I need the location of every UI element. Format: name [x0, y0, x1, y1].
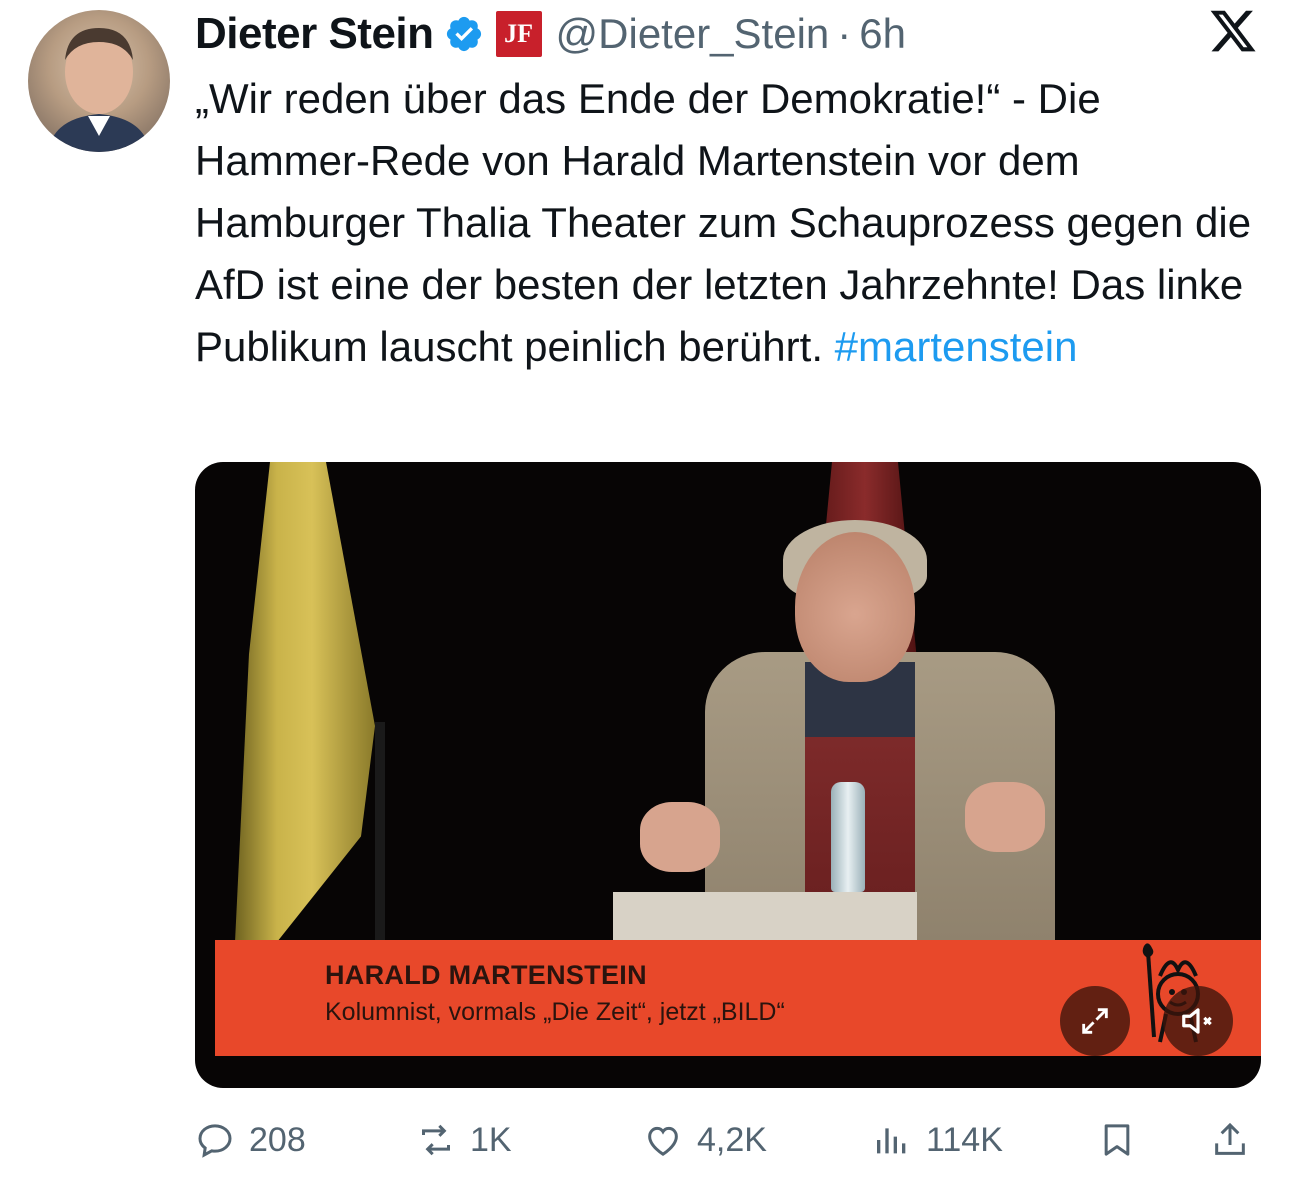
author-handle[interactable]: @Dieter_Stein	[556, 10, 830, 58]
flag-yellow	[235, 462, 375, 942]
expand-icon	[1082, 1008, 1108, 1034]
repost-button[interactable]: 1K	[416, 1110, 512, 1170]
tweet-header: Dieter Stein JF @Dieter_Stein · 6h	[195, 4, 1195, 64]
tweet-text: „Wir reden über das Ende der Demokratie!…	[195, 68, 1255, 378]
lower-third-name: HARALD MARTENSTEIN	[325, 960, 647, 990]
share-button[interactable]	[1210, 1110, 1264, 1170]
reply-button[interactable]: 208	[195, 1110, 306, 1170]
like-button[interactable]: 4,2K	[643, 1110, 767, 1170]
separator-dot: ·	[837, 10, 852, 57]
flag-pole	[375, 722, 385, 942]
mute-button[interactable]	[1163, 986, 1233, 1056]
reply-icon	[198, 1124, 232, 1158]
views-chart-icon	[877, 1128, 906, 1154]
timestamp[interactable]: 6h	[859, 10, 906, 58]
tweet-actions: 208 1K 4,2K 114K	[0, 1110, 1290, 1170]
affiliate-badge-icon[interactable]: JF	[495, 11, 542, 57]
muted-speaker-icon	[1182, 1008, 1212, 1034]
expand-button[interactable]	[1060, 986, 1130, 1056]
views-button[interactable]: 114K	[872, 1110, 1003, 1170]
bookmark-icon	[1104, 1124, 1130, 1156]
reply-count: 208	[249, 1120, 306, 1159]
author-avatar[interactable]	[28, 10, 170, 152]
x-logo-icon[interactable]	[1208, 6, 1258, 56]
like-count: 4,2K	[697, 1120, 767, 1159]
speaker-hand-left	[640, 802, 720, 872]
heart-icon	[648, 1126, 678, 1156]
lectern	[613, 892, 917, 942]
repost-icon	[422, 1124, 450, 1156]
share-icon	[1215, 1122, 1245, 1155]
water-bottle	[831, 782, 865, 892]
views-count: 114K	[926, 1120, 1003, 1159]
tweet-body: „Wir reden über das Ende der Demokratie!…	[195, 75, 1261, 370]
author-name[interactable]: Dieter Stein	[195, 9, 434, 59]
hashtag-link[interactable]: #martenstein	[835, 323, 1078, 370]
repost-count: 1K	[470, 1120, 512, 1159]
speaker-head	[795, 532, 915, 682]
bookmark-button[interactable]	[1097, 1110, 1151, 1170]
lower-third-description: Kolumnist, vormals „Die Zeit“, jetzt „BI…	[325, 998, 785, 1026]
speaker-hand-right	[965, 782, 1045, 852]
verified-badge-icon	[446, 16, 481, 52]
video-player[interactable]: HARALD MARTENSTEIN Kolumnist, vormals „D…	[195, 462, 1261, 1088]
